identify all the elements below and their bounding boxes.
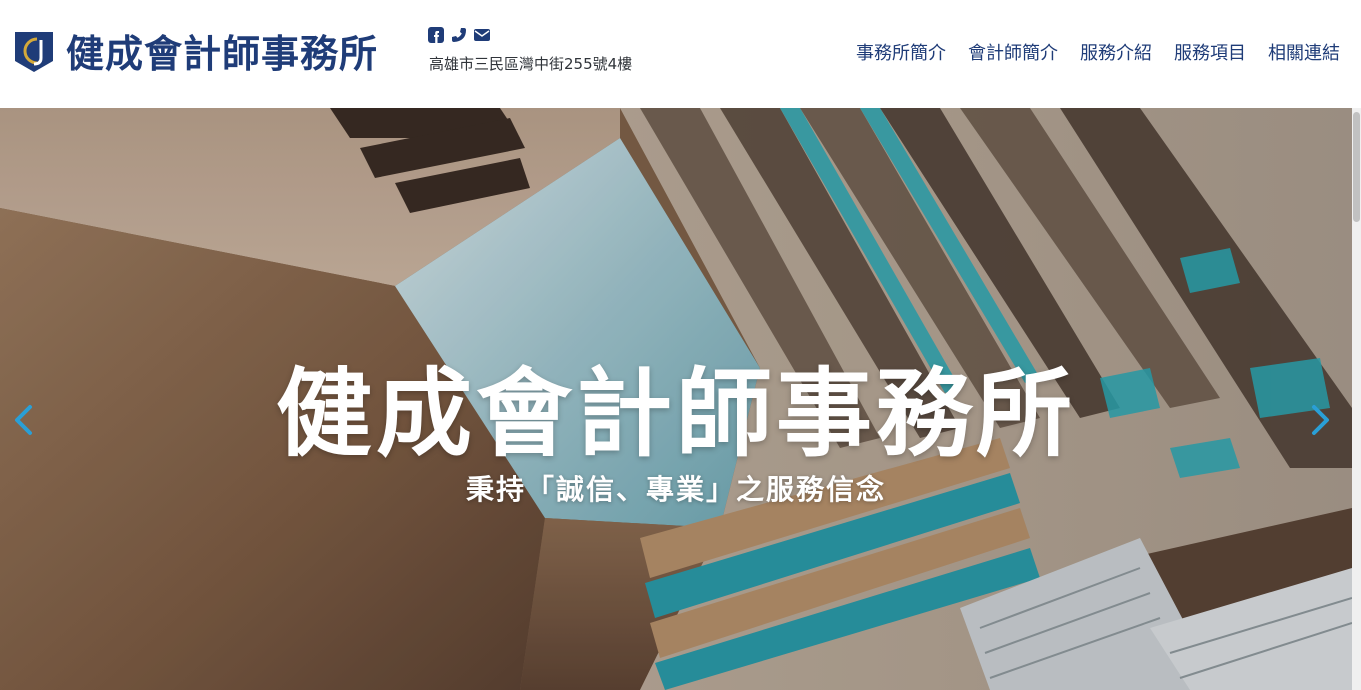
address-text: 高雄市三民區灣中街255號4樓 (429, 55, 633, 73)
nav-item-service-items[interactable]: 服務項目 (1174, 39, 1246, 65)
scrollbar-thumb[interactable] (1353, 112, 1360, 222)
contact-icons (428, 27, 490, 43)
main-nav: 事務所簡介 會計師簡介 服務介紹 服務項目 相關連結 (856, 39, 1340, 65)
chevron-left-icon[interactable] (10, 403, 36, 437)
chevron-right-icon[interactable] (1308, 403, 1334, 437)
hero-carousel: 健成會計師事務所 秉持「誠信、專業」之服務信念 (0, 108, 1352, 690)
nav-item-service-intro[interactable]: 服務介紹 (1080, 39, 1152, 65)
firm-logo-icon[interactable] (14, 31, 54, 73)
envelope-icon[interactable] (474, 27, 490, 43)
page-scrollbar[interactable] (1352, 108, 1361, 690)
facebook-icon[interactable] (428, 27, 444, 43)
hero-title: 健成會計師事務所 (276, 358, 1076, 470)
phone-icon[interactable] (451, 27, 467, 43)
hero-subtitle: 秉持「誠信、專業」之服務信念 (465, 473, 886, 506)
nav-item-related-links[interactable]: 相關連結 (1268, 39, 1340, 65)
nav-item-accountant-intro[interactable]: 會計師簡介 (968, 39, 1058, 65)
nav-item-firm-intro[interactable]: 事務所簡介 (856, 39, 946, 65)
site-name[interactable]: 健成會計師事務所 (66, 23, 378, 78)
site-header: 健成會計師事務所 高雄市三民區灣中街255號4樓 事務所簡介 會計師簡介 服務介… (0, 0, 1361, 108)
